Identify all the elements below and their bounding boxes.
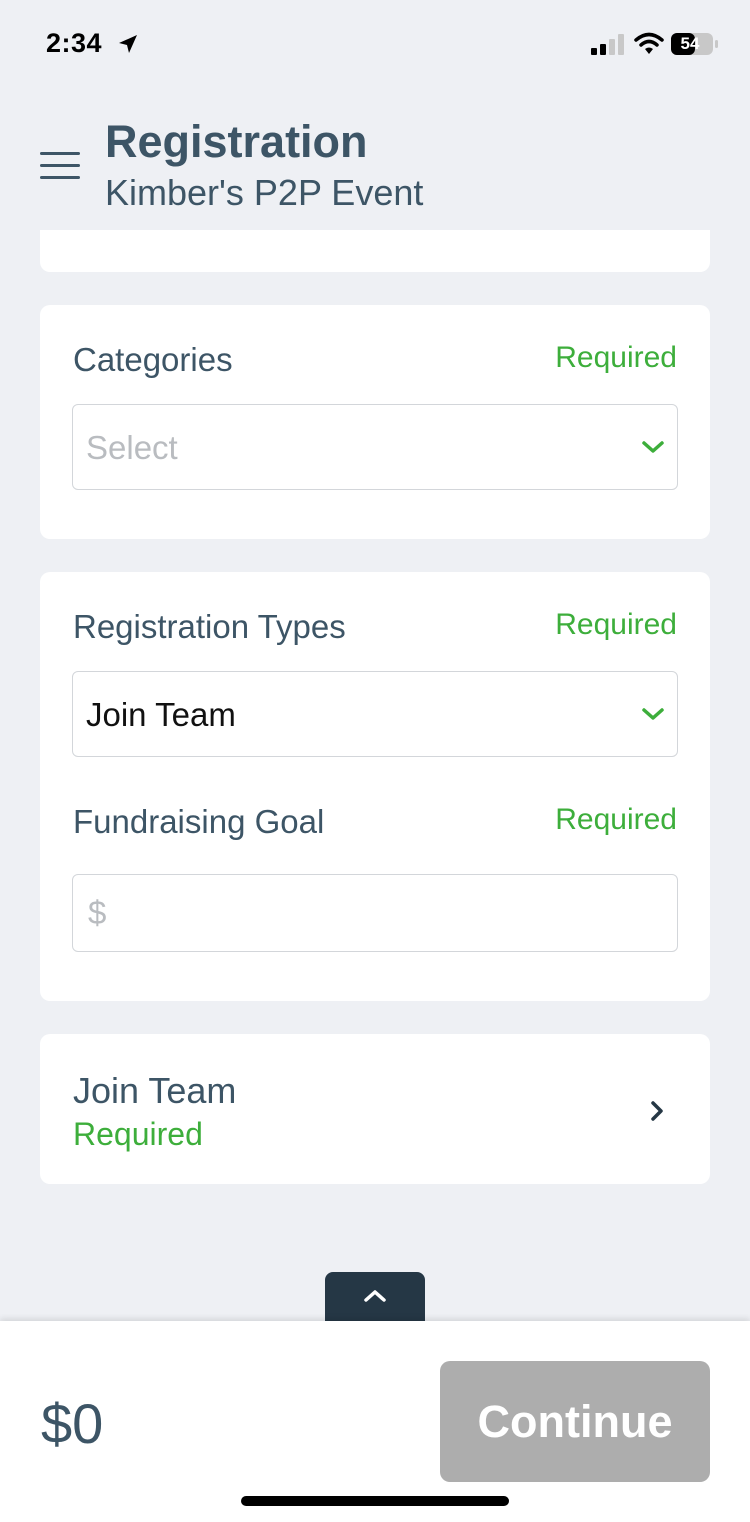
registration-types-required: Required <box>555 608 677 641</box>
wifi-icon <box>634 32 664 54</box>
fundraising-goal-field[interactable] <box>72 874 678 952</box>
status-time: 2:34 <box>46 28 103 58</box>
join-team-title: Join Team <box>73 1070 237 1111</box>
expand-summary-tab[interactable] <box>325 1272 425 1322</box>
categories-select[interactable]: Select <box>72 404 678 490</box>
categories-required: Required <box>555 341 677 374</box>
event-subtitle: Kimber's P2P Event <box>105 172 424 213</box>
registration-types-value: Join Team <box>86 696 236 733</box>
location-arrow-icon <box>119 35 137 53</box>
continue-button[interactable]: Continue <box>440 1361 710 1482</box>
status-bar: 2:34 54 <box>0 0 750 90</box>
categories-card: Categories Required Select <box>40 305 710 539</box>
hamburger-menu-icon[interactable] <box>40 152 80 182</box>
order-total: $0 <box>41 1392 104 1455</box>
chevron-down-icon <box>642 708 664 720</box>
page-title: Registration <box>105 116 368 167</box>
home-indicator <box>241 1496 509 1506</box>
registration-types-select[interactable]: Join Team <box>72 671 678 757</box>
join-team-row[interactable]: Join Team Required <box>40 1034 710 1184</box>
registration-types-label: Registration Types <box>73 608 346 645</box>
registration-card: Registration Types Required Join Team Fu… <box>40 572 710 1001</box>
fundraising-goal-required: Required <box>555 803 677 836</box>
signal-icon <box>591 34 624 55</box>
header: Registration Kimber's P2P Event <box>0 90 750 240</box>
chevron-right-icon <box>651 1101 663 1121</box>
chevron-down-icon <box>642 441 664 453</box>
previous-card <box>40 230 710 272</box>
fundraising-goal-label: Fundraising Goal <box>73 803 325 840</box>
categories-label: Categories <box>73 341 233 378</box>
chevron-up-icon <box>364 1290 386 1302</box>
categories-select-placeholder: Select <box>86 429 178 466</box>
battery-level: 54 <box>680 34 700 53</box>
join-team-required: Required <box>73 1116 203 1152</box>
fundraising-goal-input[interactable] <box>86 893 660 933</box>
bottom-bar: $0 Continue <box>0 1321 750 1522</box>
